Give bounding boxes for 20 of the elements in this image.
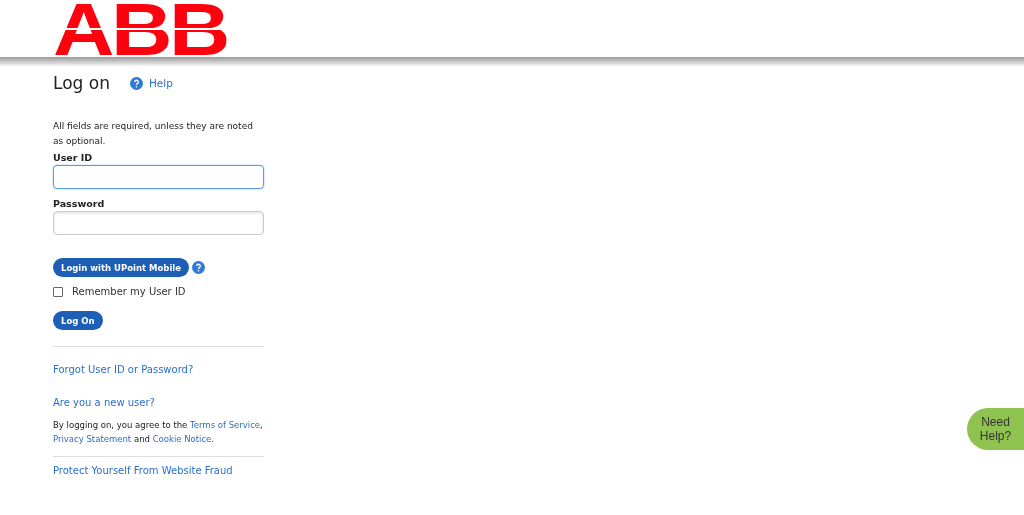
agreement-text: By logging on, you agree to the Terms of Service, Privacy Statement and Cookie Notice. [53, 419, 264, 446]
help-icon[interactable] [129, 76, 143, 90]
help-icon[interactable] [192, 261, 206, 274]
log-on-button[interactable]: Log On [53, 311, 103, 330]
remember-label: Remember my User ID [72, 286, 186, 297]
account-link[interactable]: Forgot User ID or Password? [53, 364, 264, 375]
page-title: Log on [53, 73, 110, 93]
password-field[interactable] [53, 211, 264, 235]
remember-checkbox[interactable] [53, 286, 63, 297]
policy-link[interactable]: Privacy Statement [53, 434, 132, 444]
fraud-link[interactable]: Protect Yourself From Website Fraud [53, 465, 264, 476]
help-link[interactable]: Help [148, 77, 173, 89]
logo[interactable]: ABB [53, 2, 228, 57]
field-label: Password [53, 198, 106, 209]
account-link[interactable]: Are you a new user? [53, 397, 264, 408]
user-id-field[interactable] [53, 165, 264, 189]
need-help-button[interactable]: Need Help? [967, 408, 1024, 450]
upoint-mobile-button[interactable]: Login with UPoint Mobile [53, 258, 190, 277]
required-note: All fields are required, unless they are noted as optional. [53, 120, 254, 148]
field-label: User ID [53, 152, 94, 163]
